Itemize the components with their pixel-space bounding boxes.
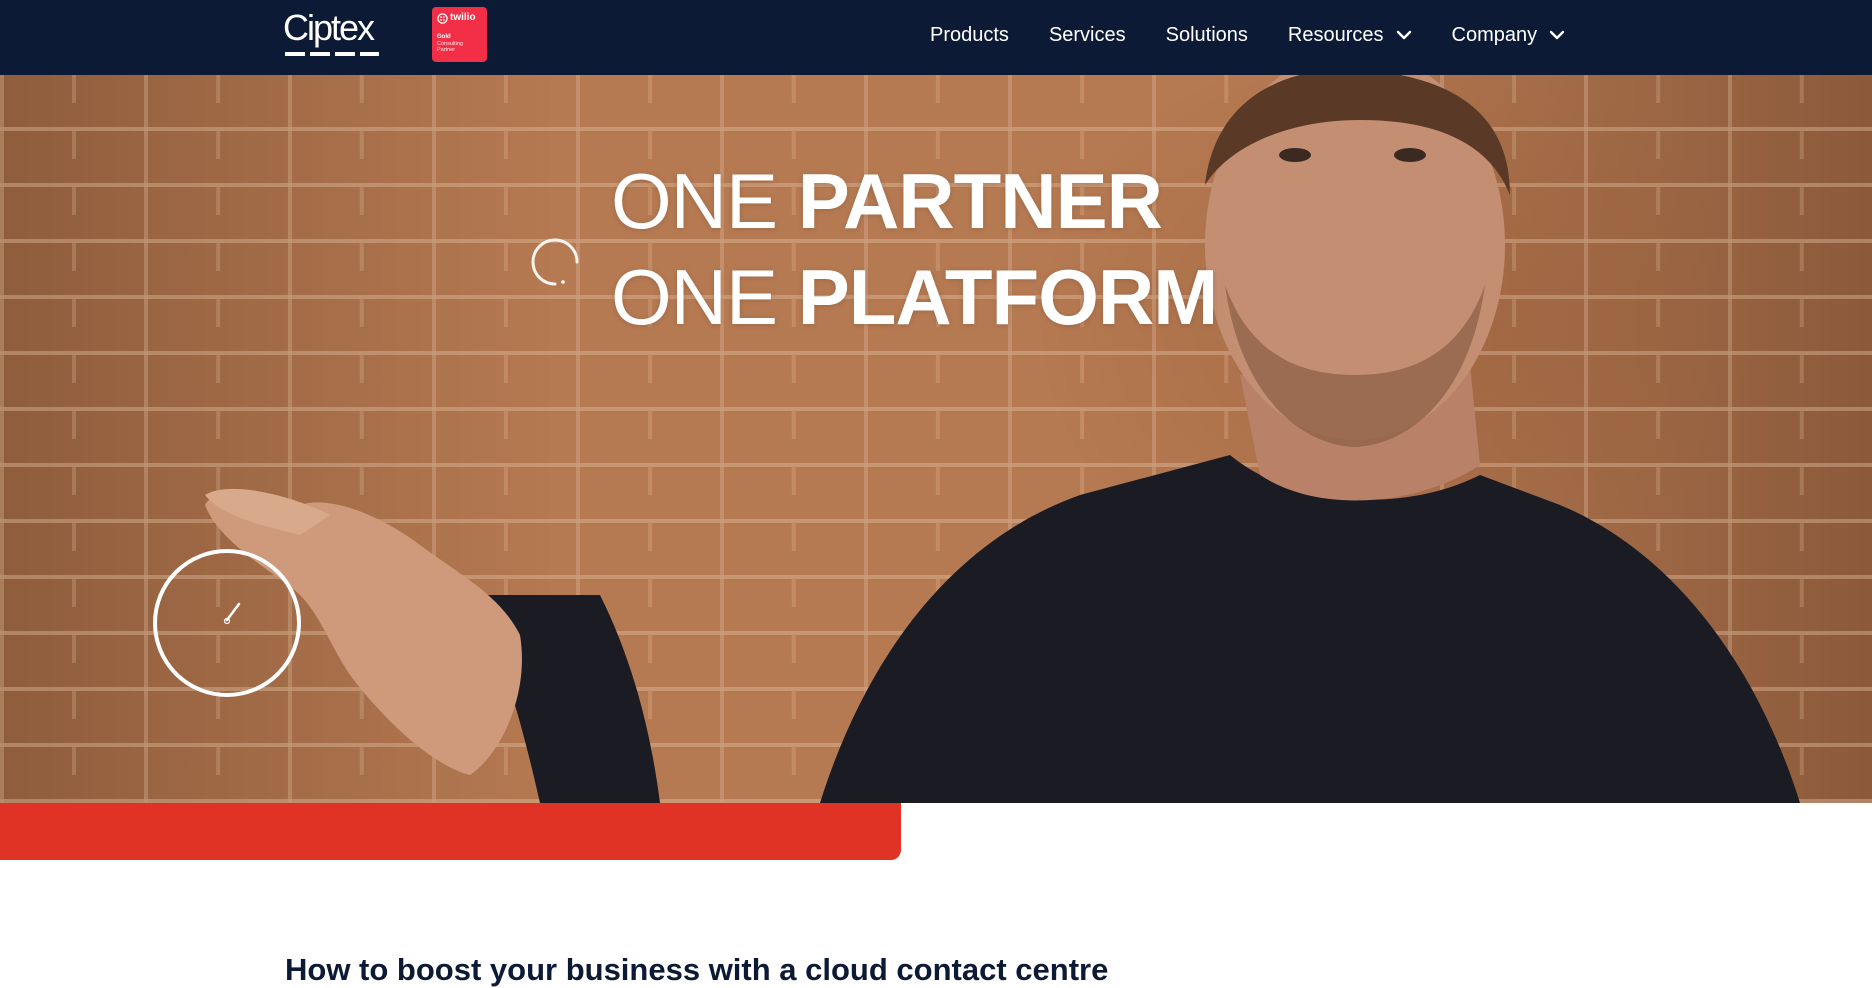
accent-red-bar xyxy=(0,803,901,860)
badge-brand: twilio xyxy=(450,12,476,23)
headline-line-2-light: ONE xyxy=(611,253,798,341)
ciptex-logo[interactable]: Ciptex xyxy=(283,8,383,60)
section-heading: How to boost your business with a cloud … xyxy=(285,952,1109,987)
loading-spinner-icon xyxy=(531,238,579,286)
headline-line-2: ONE PLATFORM xyxy=(611,249,1218,345)
play-circle-icon[interactable] xyxy=(151,547,303,699)
hero-video-section[interactable]: ONE PARTNER ONE PLATFORM xyxy=(0,75,1872,803)
nav-item-solutions[interactable]: Solutions xyxy=(1166,24,1248,47)
top-navigation-bar: Ciptex twilio Gold Consulting Partner Pr… xyxy=(0,0,1872,75)
nav-item-services[interactable]: Services xyxy=(1049,24,1126,47)
nav-item-label: Solutions xyxy=(1165,23,1248,46)
nav-item-label: Company xyxy=(1451,23,1538,46)
twilio-gold-partner-badge[interactable]: twilio Gold Consulting Partner xyxy=(432,7,487,62)
headline-line-2-bold: PLATFORM xyxy=(797,253,1218,341)
headline-line-1-light: ONE xyxy=(611,157,798,245)
headline-line-1-bold: PARTNER xyxy=(797,157,1163,245)
nav-item-label: Products xyxy=(930,23,1009,46)
hero-headline: ONE PARTNER ONE PLATFORM xyxy=(611,153,1218,345)
nav-item-label: Resources xyxy=(1287,23,1384,46)
nav-item-products[interactable]: Products xyxy=(930,24,1009,47)
chevron-down-icon xyxy=(1396,30,1411,40)
twilio-icon xyxy=(437,12,448,24)
headline-line-1: ONE PARTNER xyxy=(611,153,1217,249)
badge-tier: Gold xyxy=(437,34,451,40)
logo-text: Ciptex xyxy=(283,7,375,48)
nav-item-company[interactable]: Company xyxy=(1452,24,1566,47)
badge-line-partner: Partner xyxy=(437,47,456,53)
chevron-down-icon xyxy=(1549,30,1565,40)
logo-dash-underline xyxy=(285,52,379,56)
nav-item-resources[interactable]: Resources xyxy=(1288,24,1412,47)
nav-item-label: Services xyxy=(1048,23,1126,46)
main-menu: Products Services Solutions Resources Co… xyxy=(930,0,1605,70)
twilio-logo-row: twilio xyxy=(437,12,482,24)
